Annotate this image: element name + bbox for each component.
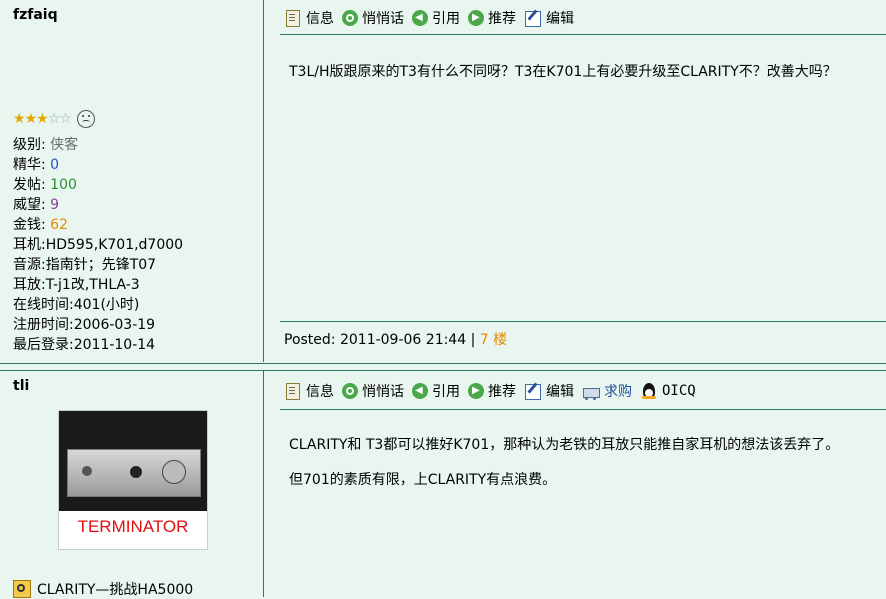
info-headphones: 耳机:HD595,K701,d7000 [13, 237, 184, 253]
cart-icon [582, 382, 600, 400]
edit-icon [524, 382, 542, 400]
quote-icon: ◀ [412, 10, 428, 26]
post-footer: Posted: 2011-09-06 21:44 | 7 楼 [284, 332, 508, 348]
recommend-button[interactable]: ▶ 推荐 [468, 381, 516, 401]
info-amp: 耳放:T-j1改,THLA-3 [13, 277, 140, 293]
star-icon: ★ [13, 111, 26, 127]
info-icon [284, 9, 302, 27]
rating-row: ★ ★ ★ ☆ ☆ [13, 110, 95, 128]
oicq-button[interactable]: OICQ [640, 382, 696, 400]
info-register-time: 注册时间:2006-03-19 [13, 317, 156, 333]
star-icon: ★ [36, 111, 49, 127]
toolbar-divider [280, 409, 886, 410]
edit-button[interactable]: 编辑 [524, 8, 574, 28]
post-2: tli TERMINATOR CLARITY—挑战HA5000 信息 悄悄话 ◀… [0, 371, 886, 599]
info-source: 音源:指南针；先锋T07 [13, 257, 157, 273]
quote-icon: ◀ [412, 383, 428, 399]
message-button[interactable]: 悄悄话 [342, 381, 404, 401]
post-time: 2011-09-06 21:44 [339, 332, 467, 348]
floor-number[interactable]: 7 楼 [480, 332, 507, 348]
info-button[interactable]: 信息 [284, 8, 334, 28]
post-toolbar: 信息 悄悄话 ◀ 引用 ▶ 推荐 [284, 6, 582, 30]
info-online-time: 在线时间:401(小时) [13, 297, 140, 313]
footer-divider [280, 321, 886, 322]
avatar: TERMINATOR [58, 410, 208, 550]
info-icon [284, 382, 302, 400]
info-money: 金钱: 62 [13, 217, 68, 233]
info-prestige: 威望: 9 [13, 197, 60, 213]
post-1: fzfaiq ★ ★ ★ ☆ ☆ 级别: 侠客 精华: 0 发帖: 100 威望 [0, 0, 886, 362]
post-content: T3L/H版跟原来的T3有什么不同呀？T3在K701上有必要升级至CLARITY… [289, 64, 837, 80]
toolbar-divider [280, 34, 886, 35]
edit-button[interactable]: 编辑 [524, 381, 574, 401]
info-last-login: 最后登录:2011-10-14 [13, 337, 156, 353]
username[interactable]: tli [13, 378, 29, 394]
star-icon: ★ [24, 111, 38, 127]
amplifier-image [67, 449, 201, 497]
post-body: 信息 悄悄话 ◀ 引用 ▶ 推荐 [264, 0, 886, 362]
face-icon [76, 110, 95, 128]
buy-button[interactable]: 求购 [582, 381, 632, 401]
star-empty-icon: ☆ [47, 111, 61, 127]
info-level: 级别: 侠客 [13, 137, 79, 153]
avatar-text: TERMINATOR [77, 517, 189, 536]
post-content-line-1: CLARITY和 T3都可以推好K701，那种认为老铁的耳放只能推自家耳机的想法… [289, 437, 840, 453]
post-body: 信息 悄悄话 ◀ 引用 ▶ 推荐 [264, 371, 886, 597]
author-panel: fzfaiq ★ ★ ★ ☆ ☆ 级别: 侠客 精华: 0 发帖: 100 威望 [0, 0, 264, 362]
message-icon [342, 10, 358, 26]
recommend-icon: ▶ [468, 10, 484, 26]
quote-button[interactable]: ◀ 引用 [412, 8, 460, 28]
message-button[interactable]: 悄悄话 [342, 8, 404, 28]
recommend-button[interactable]: ▶ 推荐 [468, 8, 516, 28]
username[interactable]: fzfaiq [13, 7, 58, 23]
star-empty-icon: ☆ [59, 111, 72, 127]
message-icon [342, 383, 358, 399]
post-separator [0, 363, 886, 364]
post-toolbar: 信息 悄悄话 ◀ 引用 ▶ 推荐 [284, 379, 704, 403]
penguin-icon [640, 382, 658, 400]
info-digest: 精华: 0 [13, 157, 60, 173]
edit-icon [524, 9, 542, 27]
signature-icon [13, 580, 31, 598]
info-button[interactable]: 信息 [284, 381, 334, 401]
info-posts: 发帖: 100 [13, 177, 77, 193]
quote-button[interactable]: ◀ 引用 [412, 381, 460, 401]
signature-row: CLARITY—挑战HA5000 [13, 579, 193, 599]
author-panel: tli TERMINATOR CLARITY—挑战HA5000 [0, 371, 264, 599]
post-content-line-2: 但701的素质有限，上CLARITY有点浪费。 [289, 472, 557, 488]
recommend-icon: ▶ [468, 383, 484, 399]
